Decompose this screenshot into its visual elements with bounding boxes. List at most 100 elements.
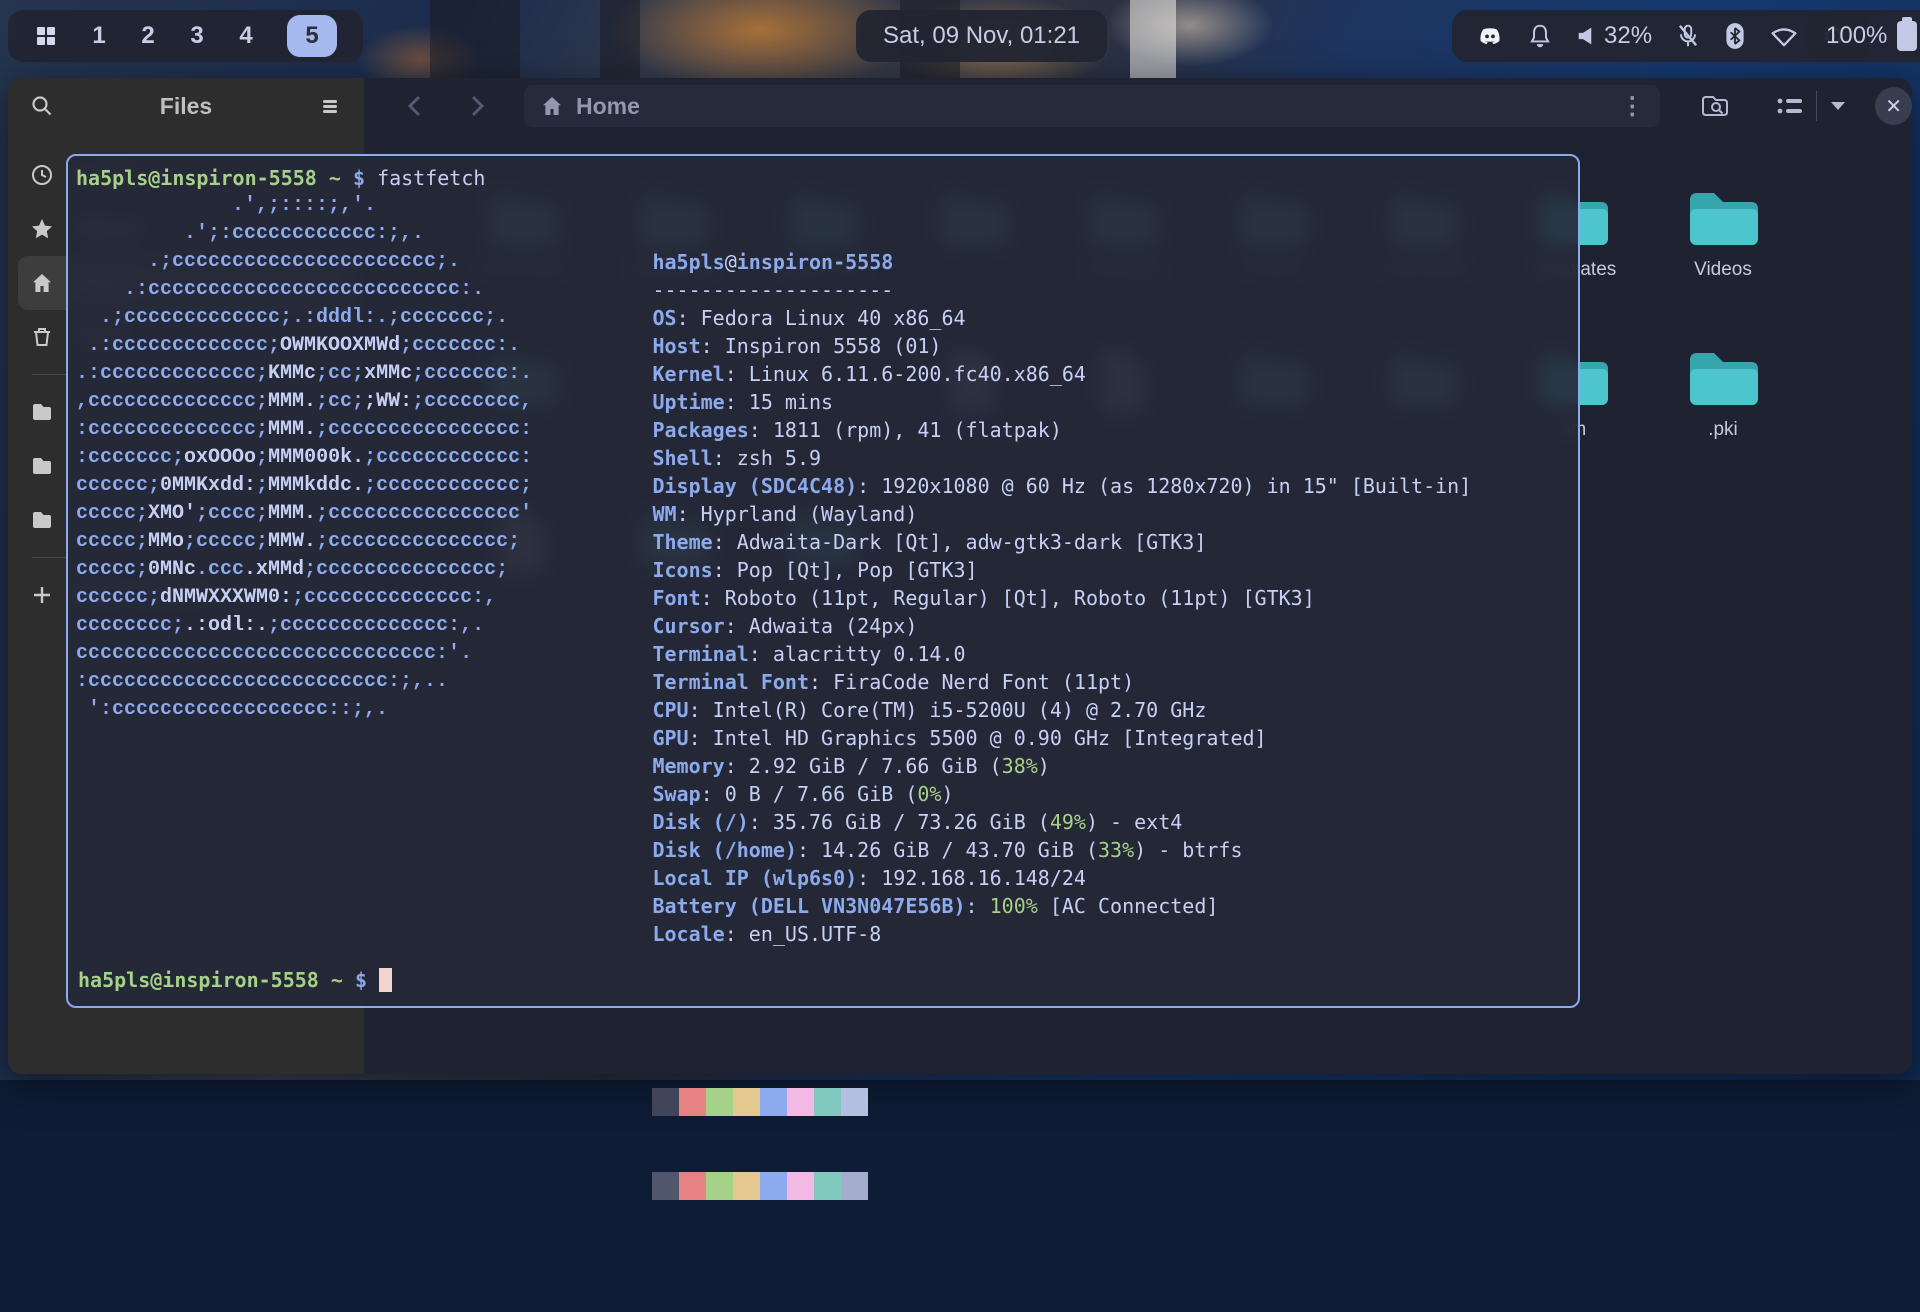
palette-swatch [787, 1172, 814, 1200]
fastfetch-output: .',;::::;,'. .';:cccccccccccc:;,. .;cccc… [76, 192, 1564, 1312]
fastfetch-line: Host: Inspiron 5558 (01) [652, 332, 1471, 360]
prompt-symbol: $ [353, 166, 365, 190]
terminal-window[interactable]: ha5pls@inspiron-5558 ~ $ fastfetch .',;:… [66, 154, 1580, 1008]
palette-row-1 [652, 1088, 1471, 1116]
battery-pill[interactable]: 100% [1806, 10, 1920, 62]
fastfetch-line: Cursor: Adwaita (24px) [652, 612, 1471, 640]
palette-swatch [841, 1172, 868, 1200]
plus-icon [30, 583, 54, 607]
files-header: Home ⋮ ✕ [364, 78, 1912, 134]
palette-row-2 [652, 1172, 1471, 1200]
search-folder-icon[interactable] [1700, 93, 1730, 119]
fastfetch-line: Terminal Font: FiraCode Nerd Font (11pt) [652, 668, 1471, 696]
sidebar-header: Files [8, 78, 364, 134]
forward-button[interactable] [466, 95, 488, 117]
fastfetch-line: Packages: 1811 (rpm), 41 (flatpak) [652, 416, 1471, 444]
folder-icon [30, 508, 54, 532]
fastfetch-line: Disk (/): 35.76 GiB / 73.26 GiB (49%) - … [652, 808, 1471, 836]
clock-label: Sat, 09 Nov, 01:21 [883, 22, 1080, 50]
palette-swatch [652, 1088, 679, 1116]
folder-icon [1685, 397, 1761, 414]
bluetooth-icon[interactable] [1724, 22, 1746, 50]
fastfetch-line: OS: Fedora Linux 40 x86_64 [652, 304, 1471, 332]
fastfetch-line: Disk (/home): 14.26 GiB / 43.70 GiB (33%… [652, 836, 1471, 864]
fastfetch-line: Local IP (wlp6s0): 192.168.16.148/24 [652, 864, 1471, 892]
folder-icon [30, 400, 54, 424]
workspace-1[interactable]: 1 [91, 22, 107, 50]
fastfetch-line: Memory: 2.92 GiB / 7.66 GiB (38%) [652, 752, 1471, 780]
prompt-user: ha5pls@inspiron-5558 [78, 968, 319, 992]
view-options-caret-icon[interactable] [1829, 100, 1847, 112]
home-icon [540, 94, 564, 118]
wifi-icon[interactable] [1770, 25, 1798, 47]
trash-icon [30, 325, 54, 349]
folder-.pki[interactable]: .pki [1648, 348, 1798, 441]
palette-swatch [733, 1172, 760, 1200]
palette-swatch [679, 1088, 706, 1116]
workspace-4[interactable]: 4 [238, 22, 254, 50]
search-icon[interactable] [30, 94, 54, 118]
fastfetch-line: CPU: Intel(R) Core(TM) i5-5200U (4) @ 2.… [652, 696, 1471, 724]
workspace-3[interactable]: 3 [189, 22, 205, 50]
battery-percent: 100% [1826, 22, 1887, 50]
palette-swatch [760, 1172, 787, 1200]
file-label: Videos [1648, 259, 1798, 281]
folder-Videos[interactable]: Videos [1648, 188, 1798, 281]
terminal-command-line: ha5pls@inspiron-5558 ~ $ fastfetch [76, 164, 1564, 192]
workspaces-pill: 1 2 3 4 5 [8, 10, 363, 62]
fastfetch-line: Locale: en_US.UTF-8 [652, 920, 1471, 948]
fastfetch-line: Swap: 0 B / 7.66 GiB (0%) [652, 780, 1471, 808]
palette-swatch [706, 1172, 733, 1200]
palette-swatch [814, 1088, 841, 1116]
fastfetch-line: Kernel: Linux 6.11.6-200.fc40.x86_64 [652, 360, 1471, 388]
volume-percent: 32% [1604, 22, 1652, 50]
fastfetch-line: Uptime: 15 mins [652, 388, 1471, 416]
palette-swatch [760, 1088, 787, 1116]
palette-swatch [652, 1172, 679, 1200]
folder-icon [1685, 237, 1761, 254]
breadcrumb-label: Home [576, 93, 640, 120]
workspace-5[interactable]: 5 [287, 15, 337, 57]
terminal-prompt: ha5pls@inspiron-5558 ~ $ [78, 966, 392, 994]
clock-pill[interactable]: Sat, 09 Nov, 01:21 [856, 10, 1107, 62]
workspaces: 1 2 3 4 5 [91, 15, 337, 57]
fastfetch-line: -------------------- [652, 276, 1471, 304]
kebab-menu-icon[interactable]: ⋮ [1620, 92, 1644, 121]
palette-swatch [679, 1172, 706, 1200]
fastfetch-line: GPU: Intel HD Graphics 5500 @ 0.90 GHz [… [652, 724, 1471, 752]
fastfetch-line: Display (SDC4C48): 1920x1080 @ 60 Hz (as… [652, 472, 1471, 500]
hamburger-menu-icon[interactable] [318, 94, 342, 118]
battery-icon [1897, 21, 1917, 51]
breadcrumb[interactable]: Home ⋮ [524, 85, 1660, 127]
terminal-cursor [379, 968, 392, 992]
palette-swatch [787, 1088, 814, 1116]
fastfetch-line: Battery (DELL VN3N047E56B): 100% [AC Con… [652, 892, 1471, 920]
palette-swatch [733, 1088, 760, 1116]
clock-icon [30, 163, 54, 187]
fastfetch-line: Icons: Pop [Qt], Pop [GTK3] [652, 556, 1471, 584]
back-button[interactable] [404, 95, 426, 117]
discord-icon[interactable] [1476, 25, 1504, 47]
fastfetch-line: Terminal: alacritty 0.14.0 [652, 640, 1471, 668]
palette-swatch [814, 1172, 841, 1200]
files-app-title: Files [54, 93, 318, 120]
prompt-path: ~ [329, 166, 341, 190]
workspace-2[interactable]: 2 [140, 22, 156, 50]
fastfetch-line: WM: Hyprland (Wayland) [652, 500, 1471, 528]
star-icon [30, 217, 54, 241]
mic-muted-icon[interactable] [1676, 23, 1700, 49]
file-label: .pki [1648, 419, 1798, 441]
toolbar-divider [1816, 91, 1817, 121]
notifications-bell-icon[interactable] [1528, 23, 1552, 49]
app-launcher-icon[interactable] [34, 24, 58, 48]
list-view-icon[interactable] [1776, 94, 1804, 118]
fastfetch-line: Shell: zsh 5.9 [652, 444, 1471, 472]
volume-speaker-icon[interactable] [1576, 25, 1594, 47]
terminal-color-palette [652, 1032, 1471, 1256]
status-bar: 12345 Sat, 09 Nov, 01:21 32% ⚙ 100% [0, 0, 1920, 72]
prompt-user: ha5pls@inspiron-5558 [76, 166, 317, 190]
close-window-button[interactable]: ✕ [1875, 87, 1912, 125]
fastfetch-info: ha5pls@inspiron-5558--------------------… [652, 192, 1471, 1312]
palette-swatch [841, 1088, 868, 1116]
fastfetch-info-lines: ha5pls@inspiron-5558--------------------… [652, 248, 1471, 948]
